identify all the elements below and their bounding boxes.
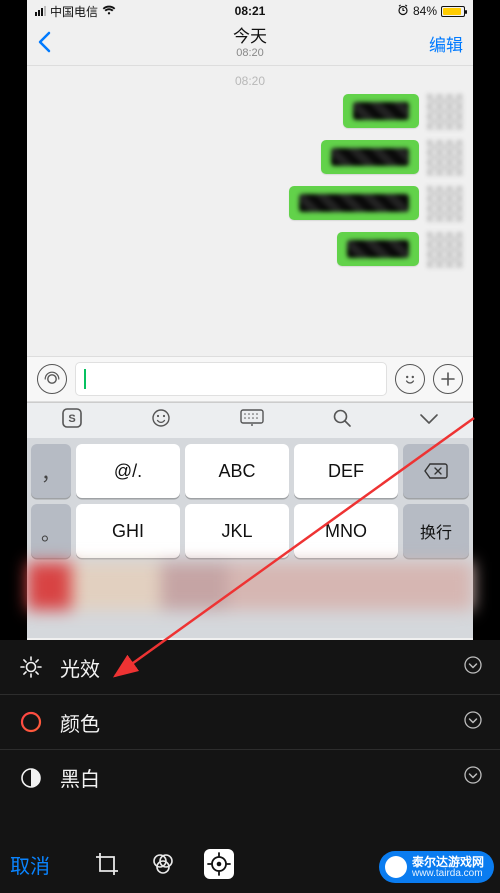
message-row: [37, 186, 463, 222]
edit-row-label: 黑白: [60, 763, 100, 792]
carrier-label: 中国电信: [50, 3, 98, 20]
voice-input-icon[interactable]: [37, 364, 67, 394]
adjust-icon[interactable]: [204, 849, 234, 879]
watermark: 泰尔达游戏网 www.tairda.com: [379, 851, 494, 883]
crop-icon[interactable]: [92, 849, 122, 879]
sogou-icon[interactable]: S: [61, 407, 83, 434]
brightness-icon: [18, 654, 44, 680]
key-abc[interactable]: ABC: [185, 444, 289, 498]
message-row: [37, 94, 463, 130]
message-bubble[interactable]: [289, 186, 419, 220]
backspace-key[interactable]: [403, 444, 469, 498]
redacted-row: [27, 562, 473, 610]
edit-row-label: 光效: [60, 653, 100, 682]
edit-row-label: 颜色: [60, 708, 100, 737]
nav-title: 今天: [77, 27, 423, 47]
avatar[interactable]: [427, 232, 463, 268]
emoji-icon[interactable]: [395, 364, 425, 394]
watermark-name: 泰尔达游戏网: [412, 856, 484, 868]
color-wheel-icon: [18, 709, 44, 735]
battery-icon: [441, 6, 465, 17]
key-at[interactable]: @/.: [76, 444, 180, 498]
nav-subtitle: 08:20: [77, 47, 423, 60]
message-bubble[interactable]: [337, 232, 419, 266]
edit-row-light[interactable]: 光效: [0, 640, 500, 695]
keyboard-toolbar: S: [27, 402, 473, 438]
key-period[interactable]: 。: [31, 504, 71, 558]
search-icon[interactable]: [332, 408, 352, 433]
chevron-down-icon: [464, 711, 482, 734]
chevron-down-icon: [464, 766, 482, 789]
keyboard: ， @/. ABC DEF 。 GHI JKL MNO 换行: [27, 438, 473, 638]
alarm-icon: [397, 4, 409, 19]
cancel-button[interactable]: 取消: [10, 850, 50, 879]
emoji-tab-icon[interactable]: [150, 407, 172, 434]
message-row: [37, 140, 463, 176]
status-time: 08:21: [235, 4, 266, 18]
watermark-logo: [385, 856, 407, 878]
filters-icon[interactable]: [148, 849, 178, 879]
nav-bar: 今天 08:20 编辑: [27, 22, 473, 66]
signal-icon: [35, 6, 46, 16]
status-bar: 中国电信 08:21 84%: [27, 0, 473, 22]
return-key[interactable]: 换行: [403, 504, 469, 558]
avatar[interactable]: [427, 94, 463, 130]
wifi-icon: [102, 4, 116, 18]
chevron-down-icon[interactable]: [419, 410, 439, 431]
keyboard-switch-icon[interactable]: [240, 409, 264, 432]
avatar[interactable]: [427, 186, 463, 222]
key-comma[interactable]: ，: [31, 444, 71, 498]
key-def[interactable]: DEF: [294, 444, 398, 498]
key-ghi[interactable]: GHI: [76, 504, 180, 558]
chat-timestamp: 08:20: [37, 74, 463, 88]
bw-icon: [18, 765, 44, 791]
chevron-down-icon: [464, 656, 482, 679]
key-jkl[interactable]: JKL: [185, 504, 289, 558]
watermark-url: www.tairda.com: [412, 868, 484, 879]
edit-button[interactable]: 编辑: [423, 31, 463, 56]
input-bar: [27, 356, 473, 402]
chat-area[interactable]: 08:20: [27, 66, 473, 356]
message-input[interactable]: [75, 362, 387, 396]
plus-icon[interactable]: [433, 364, 463, 394]
phone-screen: 中国电信 08:21 84% 今天 08:20 编辑 08:20: [27, 0, 473, 640]
message-bubble[interactable]: [321, 140, 419, 174]
back-button[interactable]: [37, 28, 77, 60]
key-mno[interactable]: MNO: [294, 504, 398, 558]
avatar[interactable]: [427, 140, 463, 176]
edit-row-color[interactable]: 颜色: [0, 695, 500, 750]
battery-percent: 84%: [413, 4, 437, 18]
edit-panel: 光效 颜色 黑白: [0, 640, 500, 835]
message-row: [37, 232, 463, 268]
svg-text:S: S: [68, 413, 75, 425]
edit-row-bw[interactable]: 黑白: [0, 750, 500, 805]
message-bubble[interactable]: [343, 94, 419, 128]
